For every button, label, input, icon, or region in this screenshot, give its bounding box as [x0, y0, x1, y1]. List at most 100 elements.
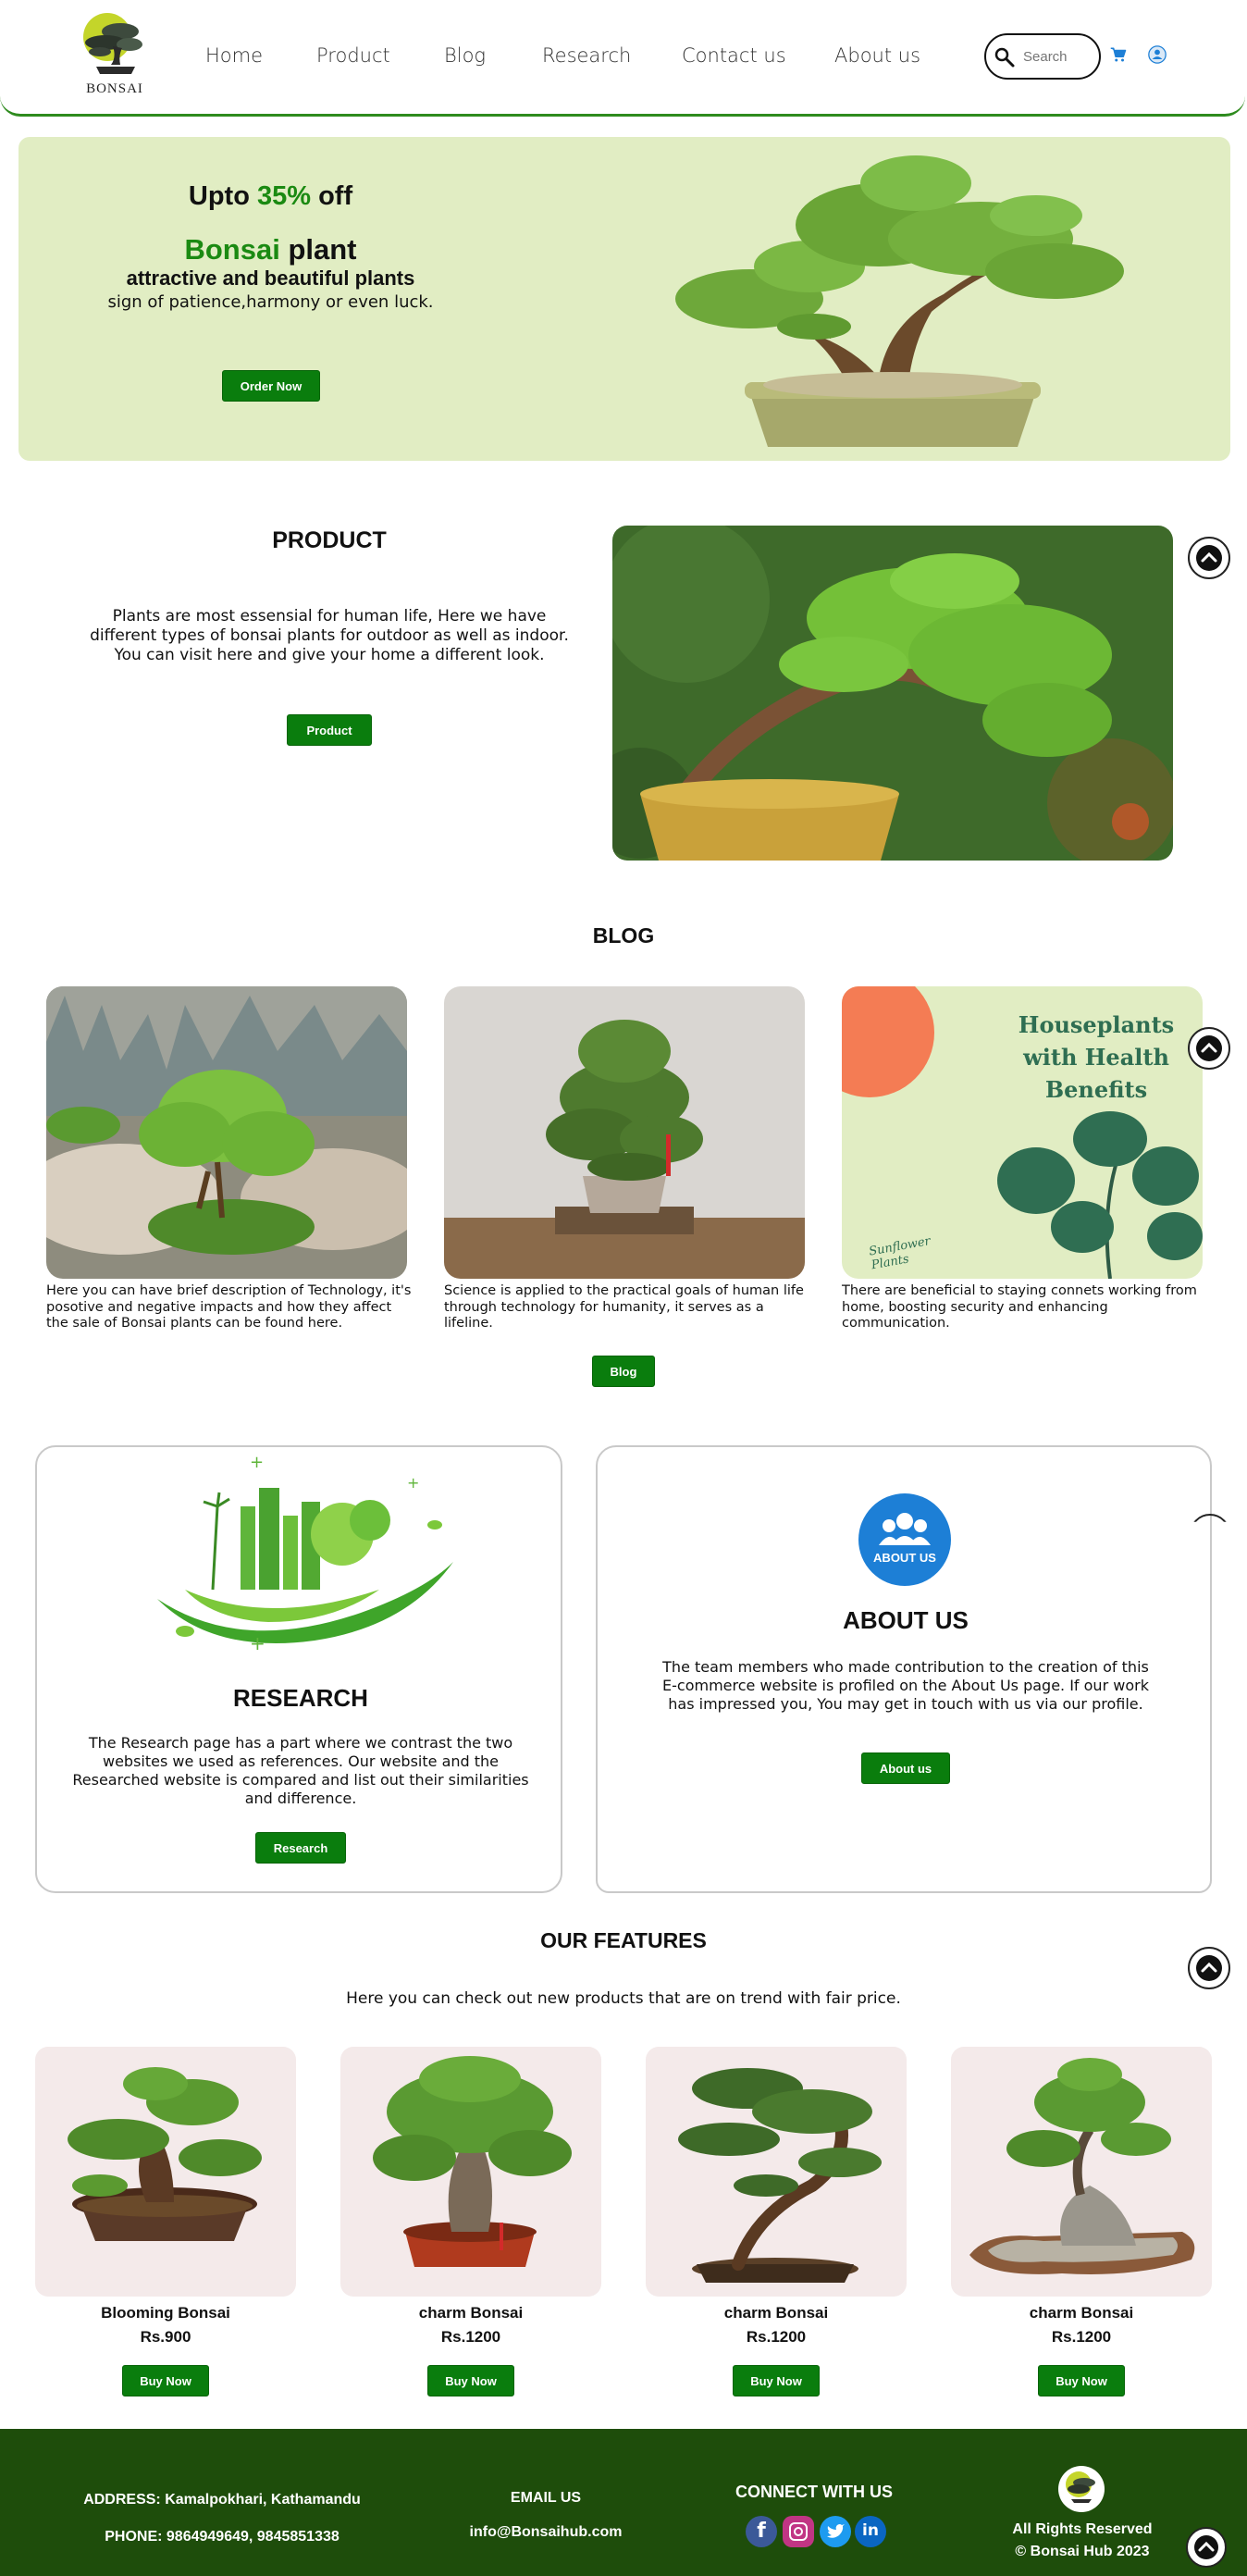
footer-connect: CONNECT WITH US [735, 2483, 893, 2501]
product-image [612, 526, 1173, 861]
rock-bonsai-image [969, 2058, 1195, 2274]
nav-about[interactable]: About us [834, 44, 920, 67]
hero-offer: Upto 35% off [19, 181, 523, 212]
offer-suffix: off [311, 181, 353, 211]
feature-price: Rs.1200 [440, 2328, 501, 2346]
svg-text:+: + [250, 1632, 265, 1654]
hero-description: sign of patience,harmony or even luck. [107, 292, 434, 312]
feature-name: charm Bonsai [418, 2304, 524, 2322]
feature-card[interactable] [646, 2047, 907, 2297]
blog-image-title: Houseplants with Health Benefits [1018, 1011, 1175, 1103]
buy-now-button[interactable]: Buy Now [733, 2365, 820, 2396]
feature-name: charm Bonsai [1029, 2304, 1134, 2322]
linkedin-icon[interactable]: in [855, 2516, 886, 2547]
chevron-up-icon [1196, 1955, 1222, 1981]
hero-title-rest: plant [279, 233, 357, 266]
blog-title: BLOG [592, 923, 655, 947]
blooming-bonsai-image [68, 2067, 262, 2241]
footer-email-label: EMAIL US [510, 2490, 582, 2506]
features-title: OUR FEATURES [540, 1928, 707, 1952]
bonsai-logo-icon [83, 13, 142, 74]
about-title: ABOUT US [843, 1606, 969, 1634]
about-panel: ABOUT US ABOUT US The team members who m… [596, 1445, 1212, 1893]
scroll-up-button[interactable] [1186, 2527, 1227, 2568]
nav-blog[interactable]: Blog [444, 44, 486, 67]
svg-text:+: + [407, 1474, 419, 1492]
blog-button[interactable]: Blog [592, 1356, 655, 1387]
nav-home[interactable]: Home [205, 44, 263, 67]
product-description: Plants are most essensial for human life… [90, 607, 569, 664]
hero-title: Bonsai plant [19, 233, 523, 266]
feature-price: Rs.1200 [746, 2328, 807, 2346]
search-box[interactable] [984, 33, 1101, 80]
blog-text-1: Here you can have brief description of T… [46, 1283, 412, 1331]
user-account-icon[interactable] [1148, 45, 1167, 64]
search-input[interactable] [1023, 46, 1093, 67]
blog-bonsai-pot-image [444, 986, 805, 1279]
chevron-up-icon [1196, 545, 1222, 571]
research-panel: + + + RESEARCH The Research page has a p… [35, 1445, 562, 1893]
footer-phone: PHONE: 9864949649, 9845851338 [105, 2529, 340, 2545]
footer-address: ADDRESS: Kamalpokhari, Kathamandu [83, 2492, 361, 2508]
footer-logo[interactable] [1058, 2466, 1105, 2512]
feature-name: Blooming Bonsai [101, 2304, 230, 2322]
buy-now-button[interactable]: Buy Now [427, 2365, 514, 2396]
cascade-bonsai-image [678, 2068, 882, 2283]
product-button[interactable]: Product [287, 714, 372, 746]
about-badge-text: ABOUT US [873, 1551, 936, 1565]
chevron-up-icon [1196, 1035, 1222, 1061]
blog-text-2: Science is applied to the practical goal… [444, 1283, 804, 1331]
scroll-up-button[interactable] [1188, 537, 1230, 579]
product-bonsai-image [612, 526, 1173, 861]
hero-bonsai-image [675, 155, 1124, 447]
facebook-icon[interactable]: f [746, 2516, 777, 2547]
feature-card[interactable] [340, 2047, 601, 2297]
blog-image-2[interactable] [444, 986, 805, 1279]
nav-product[interactable]: Product [316, 44, 390, 67]
green-city-illustration: + + + [157, 1453, 453, 1654]
team-icon [879, 1513, 931, 1545]
twitter-icon[interactable] [820, 2516, 851, 2547]
features-subtitle: Here you can check out new products that… [346, 1989, 901, 2008]
blog-bonsai-garden-image [46, 986, 407, 1279]
feature-price: Rs.1200 [1051, 2328, 1112, 2346]
research-title: RESEARCH [233, 1684, 368, 1712]
feature-card[interactable] [951, 2047, 1212, 2297]
hero-title-green: Bonsai [184, 233, 280, 266]
scroll-up-button[interactable] [1188, 1027, 1230, 1070]
cart-icon[interactable] [1110, 46, 1127, 63]
about-button[interactable]: About us [861, 1752, 950, 1784]
about-us-badge: ABOUT US [858, 1493, 951, 1586]
research-description: The Research page has a part where we co… [72, 1734, 529, 1807]
nav-research[interactable]: Research [542, 44, 631, 67]
buy-now-button[interactable]: Buy Now [1038, 2365, 1125, 2396]
hero-banner: Upto 35% off Bonsai plant attractive and… [19, 137, 1230, 461]
offer-prefix: Upto [188, 181, 257, 211]
offer-percent: 35% [256, 181, 312, 211]
bonsai-logo-icon [1066, 2471, 1095, 2503]
instagram-icon[interactable] [783, 2516, 814, 2547]
blog-image-1[interactable] [46, 986, 407, 1279]
site-logo[interactable]: BONSAI [78, 9, 152, 98]
product-title: PRODUCT [272, 527, 387, 553]
site-footer: ADDRESS: Kamalpokhari, Kathamandu PHONE:… [0, 2429, 1247, 2576]
hero-subtitle: attractive and beautiful plants [126, 266, 415, 290]
feature-card[interactable] [35, 2047, 296, 2297]
buy-now-button[interactable]: Buy Now [122, 2365, 209, 2396]
footer-copyright: © Bonsai Hub 2023 [1015, 2544, 1150, 2559]
nav-contact[interactable]: Contact us [682, 44, 786, 67]
blog-image-3[interactable]: Houseplants with Health Benefits Sunflow… [842, 986, 1203, 1279]
search-icon[interactable] [994, 46, 1016, 68]
order-now-button[interactable]: Order Now [222, 370, 320, 402]
blog-text-3: There are beneficial to staying connets … [842, 1283, 1197, 1331]
footer-rights: All Rights Reserved [1012, 2521, 1153, 2537]
footer-email[interactable]: info@Bonsaihub.com [435, 2524, 657, 2541]
feature-price: Rs.900 [140, 2328, 191, 2346]
logo-text: BONSAI [86, 81, 143, 96]
scroll-up-button[interactable] [1188, 1947, 1230, 1989]
feature-name: charm Bonsai [723, 2304, 829, 2322]
about-description: The team members who made contribution t… [662, 1658, 1149, 1713]
research-button[interactable]: Research [255, 1832, 346, 1864]
svg-text:+: + [250, 1453, 264, 1472]
chevron-up-icon [1194, 2535, 1218, 2559]
